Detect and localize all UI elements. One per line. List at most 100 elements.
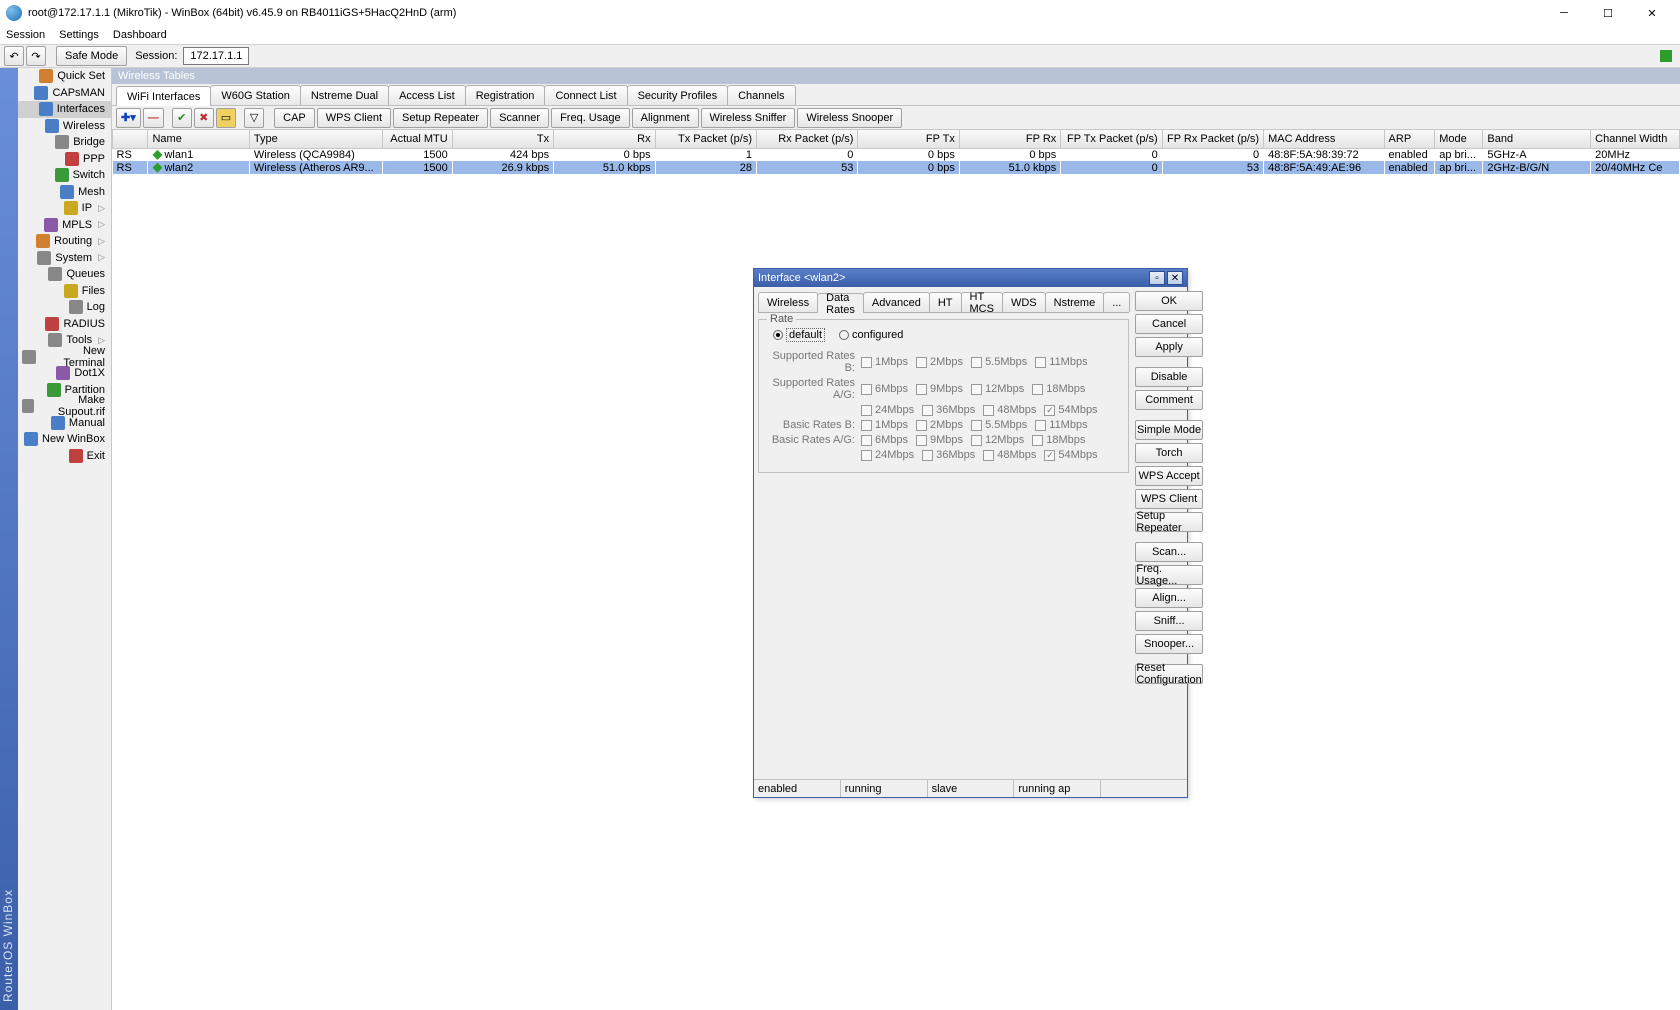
sidebar-item-routing[interactable]: Routing▷ [18,233,111,250]
menu-dashboard[interactable]: Dashboard [113,29,167,41]
column-header[interactable]: FP Tx Packet (p/s) [1061,130,1162,148]
dialog-tab-ht[interactable]: HT [929,292,962,312]
tab-security-profiles[interactable]: Security Profiles [627,85,728,105]
sidebar-item-wireless[interactable]: Wireless [18,118,111,135]
checkbox-12mbps[interactable]: 12Mbps [971,434,1024,446]
sidebar-item-mesh[interactable]: Mesh [18,184,111,201]
disable-button[interactable]: ✖ [194,108,214,128]
wireless-snooper-button[interactable]: Wireless Snooper [797,108,902,128]
sidebar-item-new-winbox[interactable]: New WinBox [18,431,111,448]
minimize-button[interactable]: ─ [1542,0,1586,26]
checkbox-1mbps[interactable]: 1Mbps [861,419,908,431]
torch-button[interactable]: Torch [1135,443,1202,463]
tab-access-list[interactable]: Access List [388,85,466,105]
checkbox-48mbps[interactable]: 48Mbps [983,449,1036,461]
remove-button[interactable]: — [143,108,164,128]
wps-accept-button[interactable]: WPS Accept [1135,466,1202,486]
cap-button[interactable]: CAP [274,108,315,128]
column-header[interactable]: FP Rx Packet (p/s) [1162,130,1263,148]
sidebar-item-log[interactable]: Log [18,299,111,316]
sidebar-item-files[interactable]: Files [18,283,111,300]
column-header[interactable]: ARP [1384,130,1435,148]
checkbox-36mbps[interactable]: 36Mbps [922,404,975,416]
radio-configured[interactable]: configured [839,329,903,341]
sidebar-item-switch[interactable]: Switch [18,167,111,184]
column-header[interactable]: Actual MTU [383,130,453,148]
alignment-button[interactable]: Alignment [632,108,699,128]
scanner-button[interactable]: Scanner [490,108,549,128]
tab-channels[interactable]: Channels [727,85,795,105]
tab-wifi-interfaces[interactable]: WiFi Interfaces [116,86,211,106]
sidebar-item-ip[interactable]: IP▷ [18,200,111,217]
column-header[interactable]: Band [1483,130,1591,148]
disable-button[interactable]: Disable [1135,367,1202,387]
tab-w60g-station[interactable]: W60G Station [210,85,300,105]
checkbox-48mbps[interactable]: 48Mbps [983,404,1036,416]
checkbox-9mbps[interactable]: 9Mbps [916,434,963,446]
checkbox-1mbps[interactable]: 1Mbps [861,356,908,368]
freq-usage-button[interactable]: Freq. Usage [551,108,630,128]
column-header[interactable]: MAC Address [1264,130,1384,148]
add-button[interactable]: ✚▾ [116,108,141,128]
ok-button[interactable]: OK [1135,291,1202,311]
dialog-restore-button[interactable]: ▫ [1149,271,1165,285]
dialog-tab-wds[interactable]: WDS [1002,292,1046,312]
tab-registration[interactable]: Registration [465,85,546,105]
align--button[interactable]: Align... [1135,588,1202,608]
interfaces-table[interactable]: NameTypeActual MTUTxRxTx Packet (p/s)Rx … [112,130,1680,174]
checkbox-12mbps[interactable]: 12Mbps [971,383,1024,395]
dialog-tab-wireless[interactable]: Wireless [758,292,818,312]
sidebar-item-capsman[interactable]: CAPsMAN [18,85,111,102]
simple-mode-button[interactable]: Simple Mode [1135,420,1202,440]
dialog-tab-advanced[interactable]: Advanced [863,292,930,312]
reset-configuration-button[interactable]: Reset Configuration [1135,664,1202,684]
checkbox-36mbps[interactable]: 36Mbps [922,449,975,461]
comment-button[interactable]: Comment [1135,390,1202,410]
sidebar-item-bridge[interactable]: Bridge [18,134,111,151]
sidebar-item-new-terminal[interactable]: New Terminal [18,349,111,366]
menu-settings[interactable]: Settings [59,29,99,41]
dialog-tab-data-rates[interactable]: Data Rates [817,293,864,313]
column-header[interactable]: Type [249,130,382,148]
enable-button[interactable]: ✔ [172,108,192,128]
column-header[interactable]: Name [148,130,249,148]
column-header[interactable] [113,130,148,148]
sidebar-item-ppp[interactable]: PPP [18,151,111,168]
column-header[interactable]: Mode [1435,130,1483,148]
redo-button[interactable]: ↷ [26,46,46,66]
checkbox-2mbps[interactable]: 2Mbps [916,356,963,368]
column-header[interactable]: Tx Packet (p/s) [655,130,756,148]
checkbox-2mbps[interactable]: 2Mbps [916,419,963,431]
interface-dialog[interactable]: Interface <wlan2> ▫ ✕ WirelessData Rates… [753,268,1188,798]
checkbox-9mbps[interactable]: 9Mbps [916,383,963,395]
apply-button[interactable]: Apply [1135,337,1202,357]
checkbox-24mbps[interactable]: 24Mbps [861,404,914,416]
checkbox-5-5mbps[interactable]: 5.5Mbps [971,356,1027,368]
sidebar-item-quick-set[interactable]: Quick Set [18,68,111,85]
table-row[interactable]: RSwlan1Wireless (QCA9984)1500424 bps0 bp… [113,148,1680,161]
cancel-button[interactable]: Cancel [1135,314,1202,334]
dialog-tab-ht-mcs[interactable]: HT MCS [961,292,1003,312]
session-value[interactable]: 172.17.1.1 [183,47,249,65]
comment-button[interactable]: ▭ [216,108,236,128]
sidebar-item-exit[interactable]: Exit [18,448,111,465]
checkbox-6mbps[interactable]: 6Mbps [861,383,908,395]
table-row[interactable]: RSwlan2Wireless (Atheros AR9...150026.9 … [113,161,1680,174]
sidebar-item-make-supout-rif[interactable]: Make Supout.rif [18,398,111,415]
safe-mode-button[interactable]: Safe Mode [56,46,127,66]
sniff--button[interactable]: Sniff... [1135,611,1202,631]
dialog-tab--[interactable]: ... [1103,292,1130,312]
checkbox-5-5mbps[interactable]: 5.5Mbps [971,419,1027,431]
column-header[interactable]: Rx Packet (p/s) [757,130,858,148]
checkbox-18mbps[interactable]: 18Mbps [1032,434,1085,446]
menu-session[interactable]: Session [6,29,45,41]
column-header[interactable]: Tx [452,130,553,148]
setup-repeater-button[interactable]: Setup Repeater [393,108,488,128]
column-header[interactable]: FP Rx [959,130,1060,148]
sidebar-item-radius[interactable]: RADIUS [18,316,111,333]
sidebar-item-interfaces[interactable]: Interfaces [18,101,111,118]
snooper--button[interactable]: Snooper... [1135,634,1202,654]
column-header[interactable]: FP Tx [858,130,959,148]
column-header[interactable]: Channel Width [1591,130,1680,148]
dialog-close-button[interactable]: ✕ [1167,271,1183,285]
